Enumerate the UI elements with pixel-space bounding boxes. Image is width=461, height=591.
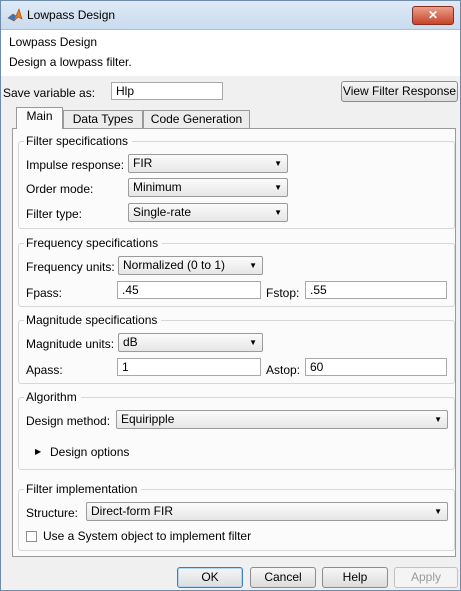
filter-implementation-title: Filter implementation xyxy=(24,482,142,496)
ok-button[interactable]: OK xyxy=(177,567,243,588)
apass-label: Apass: xyxy=(26,363,63,377)
magnitude-specifications-title: Magnitude specifications xyxy=(24,313,162,327)
apass-input[interactable]: 1 xyxy=(117,358,261,376)
fpass-input[interactable]: .45 xyxy=(117,281,261,299)
algorithm-title: Algorithm xyxy=(24,390,81,404)
view-filter-response-button[interactable]: View Filter Response xyxy=(341,81,458,102)
system-object-label: Use a System object to implement filter xyxy=(43,529,252,543)
order-mode-select[interactable]: Minimum ▼ xyxy=(128,178,288,197)
impulse-response-label: Impulse response: xyxy=(26,158,125,172)
chevron-down-icon: ▼ xyxy=(274,208,282,217)
order-mode-value: Minimum xyxy=(133,180,182,194)
magnitude-units-value: dB xyxy=(123,335,138,349)
design-method-label: Design method: xyxy=(26,414,111,428)
frequency-units-select[interactable]: Normalized (0 to 1) ▼ xyxy=(118,256,263,275)
frequency-units-label: Frequency units: xyxy=(26,260,115,274)
design-options-label: Design options xyxy=(50,445,130,459)
tab-code-generation[interactable]: Code Generation xyxy=(143,110,250,128)
filter-type-value: Single-rate xyxy=(133,205,192,219)
apply-button: Apply xyxy=(394,567,458,588)
structure-select[interactable]: Direct-form FIR ▼ xyxy=(86,502,448,521)
fstop-input[interactable]: .55 xyxy=(305,281,447,299)
astop-input[interactable]: 60 xyxy=(305,358,447,376)
astop-label: Astop: xyxy=(266,363,301,377)
chevron-down-icon: ▼ xyxy=(434,415,442,424)
design-method-select[interactable]: Equiripple ▼ xyxy=(116,410,448,429)
chevron-down-icon: ▼ xyxy=(249,338,257,347)
magnitude-units-label: Magnitude units: xyxy=(26,337,115,351)
tab-data-types[interactable]: Data Types xyxy=(63,110,143,128)
chevron-down-icon: ▼ xyxy=(274,159,282,168)
fpass-label: Fpass: xyxy=(26,286,63,300)
help-button[interactable]: Help xyxy=(322,567,388,588)
order-mode-label: Order mode: xyxy=(26,182,94,196)
frequency-specifications-title: Frequency specifications xyxy=(24,236,163,250)
window-title: Lowpass Design xyxy=(27,8,116,22)
chevron-down-icon: ▼ xyxy=(274,183,282,192)
cancel-button[interactable]: Cancel xyxy=(250,567,316,588)
dialog-heading: Lowpass Design xyxy=(9,35,98,49)
structure-label: Structure: xyxy=(26,506,79,520)
tab-main[interactable]: Main xyxy=(16,107,63,129)
title-bar: Lowpass Design ✕ xyxy=(1,1,460,30)
save-variable-label: Save variable as: xyxy=(3,86,96,100)
system-object-checkbox[interactable] xyxy=(26,531,37,542)
algorithm-group xyxy=(18,397,455,470)
lowpass-design-dialog: Lowpass Design ✕ Lowpass Design Design a… xyxy=(0,0,461,591)
triangle-right-icon: ▶ xyxy=(35,447,42,456)
impulse-response-value: FIR xyxy=(133,156,153,170)
fstop-label: Fstop: xyxy=(266,286,300,300)
design-method-value: Equiripple xyxy=(121,412,175,426)
chevron-down-icon: ▼ xyxy=(434,507,442,516)
frequency-units-value: Normalized (0 to 1) xyxy=(123,258,226,272)
magnitude-units-select[interactable]: dB ▼ xyxy=(118,333,263,352)
structure-value: Direct-form FIR xyxy=(91,504,173,518)
dialog-description: Design a lowpass filter. xyxy=(9,55,132,69)
impulse-response-select[interactable]: FIR ▼ xyxy=(128,154,288,173)
chevron-down-icon: ▼ xyxy=(249,261,257,270)
save-variable-input[interactable]: Hlp xyxy=(111,82,223,100)
filter-specifications-title: Filter specifications xyxy=(24,134,133,148)
matlab-icon xyxy=(7,8,23,22)
filter-type-select[interactable]: Single-rate ▼ xyxy=(128,203,288,222)
filter-type-label: Filter type: xyxy=(26,207,83,221)
close-button[interactable]: ✕ xyxy=(412,6,454,25)
